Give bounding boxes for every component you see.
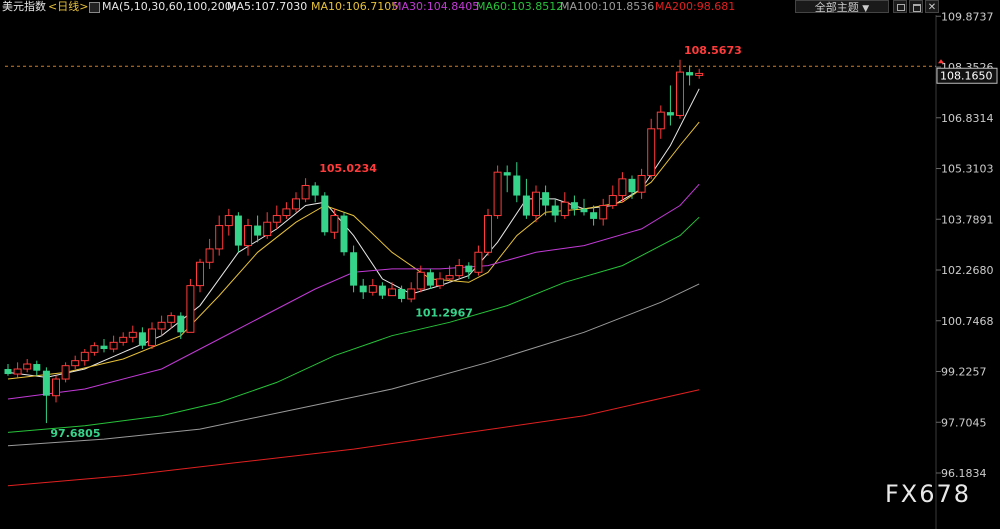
candle-body — [340, 215, 348, 253]
candle-body — [637, 175, 646, 193]
candle-body — [23, 363, 32, 370]
y-tick-label: 96.1834 — [941, 467, 987, 480]
candle-body — [436, 278, 444, 287]
candle-body — [224, 215, 233, 227]
candle-body — [398, 288, 406, 299]
candle-body — [254, 225, 262, 236]
candle-body — [695, 72, 704, 76]
candle-body — [330, 215, 339, 233]
ma100-line — [7, 283, 700, 447]
y-tick-label: 109.8737 — [941, 10, 994, 23]
extreme-value-label: 108.5673 — [684, 44, 742, 57]
candle-body — [647, 128, 656, 177]
candle-body — [234, 215, 242, 246]
candle-body — [33, 364, 41, 371]
candle-body — [618, 178, 627, 197]
candle-body — [4, 369, 12, 375]
candle-body — [416, 271, 425, 290]
ma5-line — [7, 88, 700, 378]
candle-body — [359, 285, 367, 293]
extreme-value-label: 97.6805 — [50, 427, 100, 440]
candle-body — [61, 365, 70, 380]
candle-body — [484, 215, 492, 253]
candle-body — [407, 288, 416, 300]
candle-body — [205, 248, 214, 263]
candle-body — [513, 175, 521, 196]
candle-body — [71, 360, 80, 367]
candle-body — [282, 208, 291, 217]
candle-body — [215, 225, 224, 250]
candle-body — [522, 195, 530, 216]
candle-body — [177, 315, 185, 333]
y-tick-label: 99.2257 — [941, 366, 987, 379]
candle-body — [350, 252, 358, 286]
candle-body — [493, 171, 502, 217]
candle-body — [52, 378, 60, 397]
candle-body — [186, 285, 195, 333]
candle-body — [666, 112, 674, 116]
y-tick-label: 102.2680 — [941, 264, 994, 277]
y-tick-label: 105.3103 — [941, 163, 994, 176]
candle-body — [542, 192, 550, 206]
y-tick-label: 106.8314 — [941, 112, 994, 125]
candle-body — [455, 265, 464, 277]
candle-body — [138, 332, 146, 346]
candle-body — [426, 272, 434, 286]
fx678-watermark: FX678 — [885, 480, 972, 508]
candle-body — [686, 72, 694, 76]
candle-body — [445, 275, 454, 280]
candle-body — [570, 202, 578, 209]
candle-body — [109, 341, 118, 350]
candle-body — [157, 321, 166, 330]
candle-body — [532, 191, 540, 217]
y-tick-label: 100.7468 — [941, 315, 994, 328]
candle-body — [560, 201, 569, 217]
candle-body — [128, 331, 137, 338]
candle-body — [676, 71, 684, 116]
candle-body — [196, 261, 204, 287]
candle-body — [368, 285, 377, 293]
candle-body — [321, 195, 329, 233]
candle-body — [42, 370, 50, 396]
candlestick-chart[interactable]: 109.8737108.3526106.8314105.3103103.7891… — [0, 0, 1000, 529]
y-tick-label: 103.7891 — [941, 213, 994, 226]
candle-body — [100, 345, 108, 350]
extreme-value-label: 101.2967 — [415, 306, 473, 319]
candle-body — [263, 221, 272, 237]
candle-body — [244, 225, 252, 247]
candle-body — [378, 285, 386, 296]
candle-body — [465, 265, 473, 273]
candle-body — [119, 336, 128, 343]
candle-body — [656, 111, 665, 130]
candle-body — [608, 195, 617, 207]
ma200-line — [7, 389, 700, 487]
candle-body — [90, 345, 99, 353]
candle-body — [551, 205, 559, 216]
candle-body — [301, 185, 310, 200]
candle-body — [167, 315, 176, 323]
candle-body — [311, 185, 319, 196]
candle-body — [388, 288, 396, 297]
current-price-label: 108.1650 — [940, 69, 993, 82]
candle-body — [590, 212, 598, 219]
candle-body — [148, 328, 156, 347]
candle-body — [474, 251, 483, 273]
candle-body — [580, 208, 588, 213]
candle-body — [628, 178, 636, 193]
candle-body — [292, 198, 300, 210]
y-tick-label: 97.7045 — [941, 416, 987, 429]
candle-body — [13, 368, 22, 375]
candle-body — [503, 172, 511, 176]
candle-body — [599, 205, 608, 220]
candle-body — [272, 215, 281, 223]
candle-body — [80, 351, 89, 362]
extreme-value-label: 105.0234 — [319, 162, 377, 175]
